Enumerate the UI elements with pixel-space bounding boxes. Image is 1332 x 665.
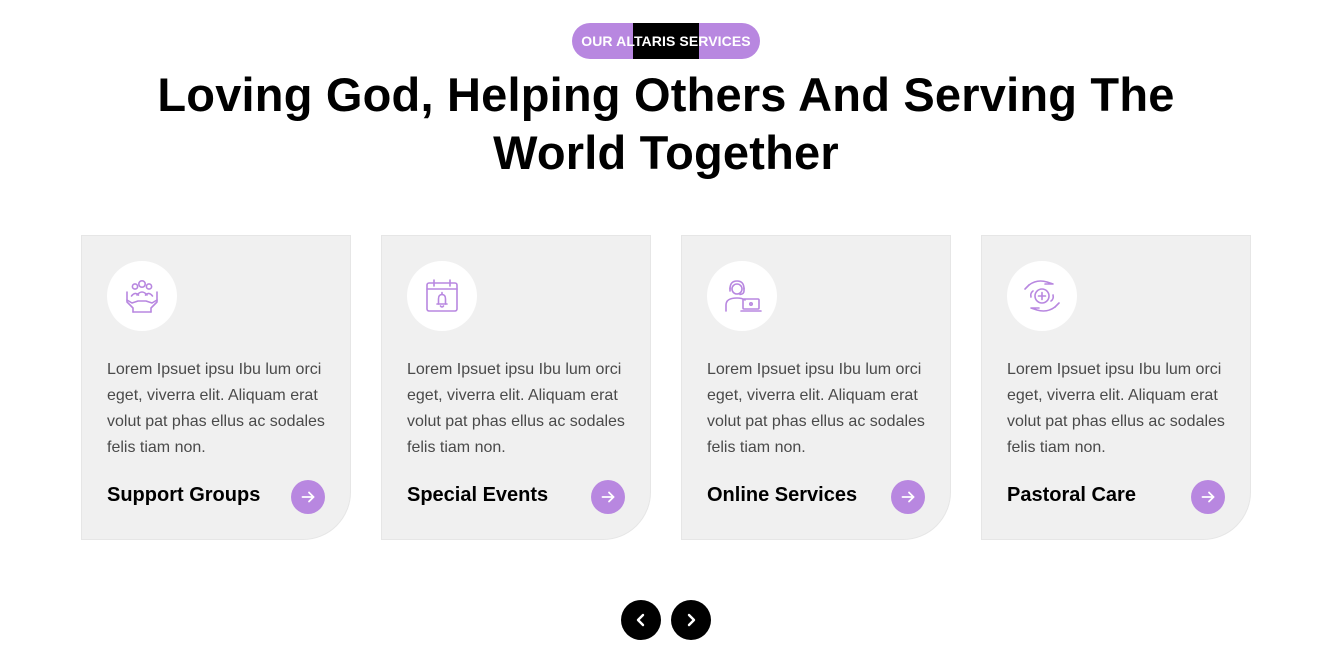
service-card-special-events[interactable]: Lorem Ipsuet ipsu Ibu lum orci eget, viv…	[381, 235, 651, 540]
section-eyebrow-badge: OUR ALTARIS SERVICES	[572, 23, 760, 59]
read-more-button[interactable]	[891, 480, 925, 514]
read-more-button[interactable]	[1191, 480, 1225, 514]
service-description: Lorem Ipsuet ipsu Ibu lum orci eget, viv…	[1007, 361, 1225, 456]
service-description: Lorem Ipsuet ipsu Ibu lum orci eget, viv…	[407, 361, 625, 456]
arrow-right-icon	[601, 491, 615, 503]
chevron-left-icon	[636, 613, 645, 627]
arrow-right-icon	[1201, 491, 1215, 503]
arrow-right-icon	[901, 491, 915, 503]
helping-hands-icon	[126, 280, 158, 313]
service-description: Lorem Ipsuet ipsu Ibu lum orci eget, viv…	[107, 361, 325, 456]
service-title[interactable]: Pastoral Care	[1007, 484, 1136, 507]
service-icon-badge	[407, 261, 477, 331]
service-title[interactable]: Support Groups	[107, 484, 260, 507]
service-description: Lorem Ipsuet ipsu Ibu lum orci eget, viv…	[707, 361, 925, 456]
services-section: OUR ALTARIS SERVICES Loving God, Helping…	[0, 0, 1332, 665]
service-card-pastoral-care[interactable]: Lorem Ipsuet ipsu Ibu lum orci eget, viv…	[981, 235, 1251, 540]
service-icon-badge	[107, 261, 177, 331]
service-icon-badge	[707, 261, 777, 331]
calendar-bell-icon	[426, 279, 458, 312]
service-icon-badge	[1007, 261, 1077, 331]
read-more-button[interactable]	[591, 480, 625, 514]
carousel-next-button[interactable]	[671, 600, 711, 640]
chevron-right-icon	[687, 613, 696, 627]
read-more-button[interactable]	[291, 480, 325, 514]
care-hands-icon	[1024, 280, 1060, 312]
online-support-icon	[725, 280, 762, 312]
service-card-support-groups[interactable]: Lorem Ipsuet ipsu Ibu lum orci eget, viv…	[81, 235, 351, 540]
service-card-online-services[interactable]: Lorem Ipsuet ipsu Ibu lum orci eget, viv…	[681, 235, 951, 540]
carousel-prev-button[interactable]	[621, 600, 661, 640]
arrow-right-icon	[301, 491, 315, 503]
service-title[interactable]: Online Services	[707, 484, 857, 507]
eyebrow-label: OUR ALTARIS SERVICES	[581, 33, 751, 49]
section-heading: Loving God, Helping Others And Serving T…	[157, 68, 1175, 179]
service-title[interactable]: Special Events	[407, 484, 548, 507]
